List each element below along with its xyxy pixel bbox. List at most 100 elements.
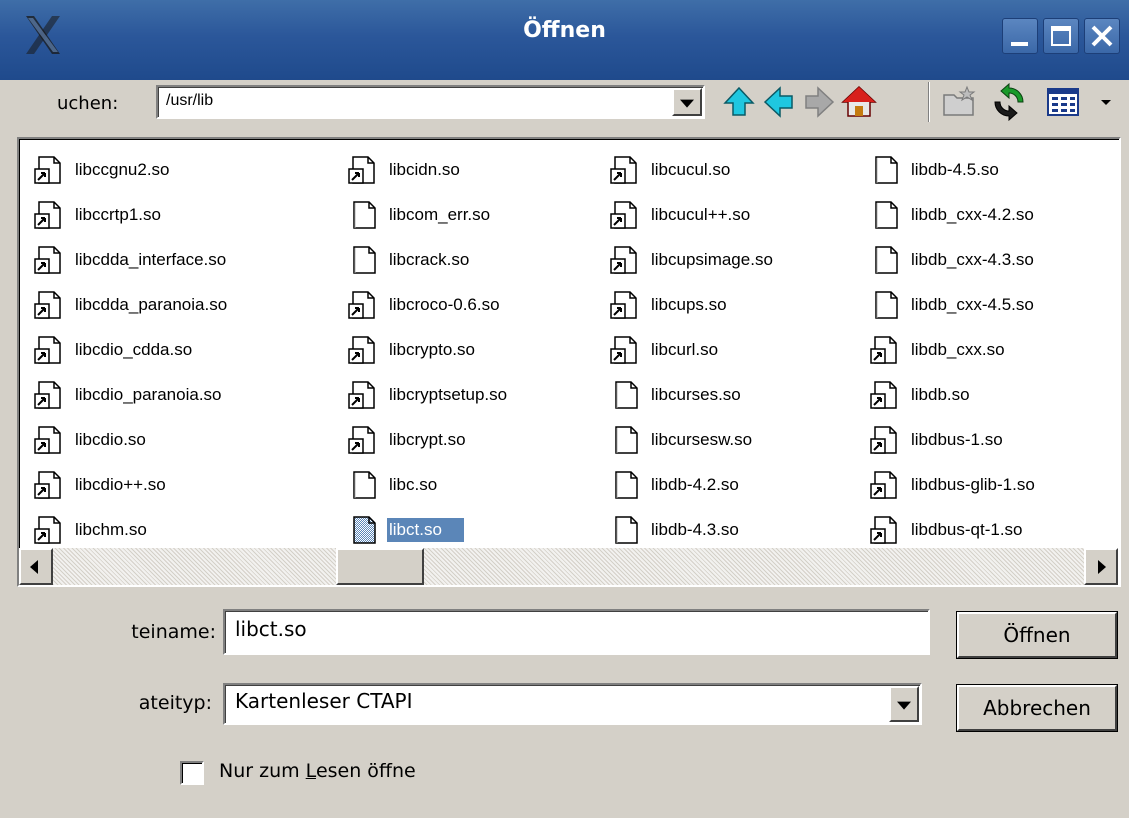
file-icon bbox=[609, 424, 641, 456]
file-item[interactable]: libcucul++.so bbox=[599, 192, 775, 237]
dropdown-icon[interactable] bbox=[1092, 83, 1120, 121]
file-item[interactable]: libcidn.so bbox=[337, 147, 509, 192]
file-icon bbox=[609, 514, 641, 546]
file-item[interactable]: libdb-4.5.so bbox=[859, 147, 1037, 192]
file-link-icon bbox=[33, 244, 65, 276]
title-bar[interactable]: Öffnen bbox=[0, 0, 1129, 80]
file-name: libdb_cxx-4.3.so bbox=[911, 249, 1034, 269]
forward-arrow-icon[interactable] bbox=[800, 83, 838, 121]
scroll-left-button[interactable] bbox=[19, 548, 53, 585]
file-item[interactable]: libcrypt.so bbox=[337, 417, 509, 462]
file-icon bbox=[869, 244, 901, 276]
file-column: libccgnu2.so libccrtp1.so libcdda_interfac… bbox=[23, 147, 229, 552]
file-item[interactable]: libdb.so bbox=[859, 372, 1037, 417]
file-item[interactable]: libcdda_interface.so bbox=[23, 237, 229, 282]
file-list[interactable]: libccgnu2.so libccrtp1.so libcdda_interfac… bbox=[17, 137, 1121, 587]
file-item[interactable]: libdbus-1.so bbox=[859, 417, 1037, 462]
file-item[interactable]: libcdio_paranoia.so bbox=[23, 372, 229, 417]
file-item[interactable]: libdb-4.3.so bbox=[599, 507, 775, 552]
file-link-icon bbox=[347, 154, 379, 186]
file-item[interactable]: libcucul.so bbox=[599, 147, 775, 192]
file-item[interactable]: libccgnu2.so bbox=[23, 147, 229, 192]
path-dropdown-button[interactable] bbox=[672, 88, 702, 116]
file-name: libcroco-0.6.so bbox=[389, 294, 500, 314]
new-folder-icon[interactable] bbox=[940, 83, 978, 121]
file-item[interactable]: libcurses.so bbox=[599, 372, 775, 417]
file-item[interactable]: libdb_cxx-4.2.so bbox=[859, 192, 1037, 237]
file-icon bbox=[609, 379, 641, 411]
horizontal-scrollbar[interactable] bbox=[19, 548, 1118, 585]
cancel-button[interactable]: Abbrechen bbox=[957, 685, 1117, 731]
filetype-dropdown-button[interactable] bbox=[889, 686, 919, 722]
file-item[interactable]: libcrypto.so bbox=[337, 327, 509, 372]
file-name: libcucul.so bbox=[651, 159, 731, 179]
minimize-icon bbox=[1011, 42, 1028, 46]
minimize-button[interactable] bbox=[1002, 18, 1038, 54]
file-link-icon bbox=[869, 514, 901, 546]
file-item[interactable]: libdb-4.2.so bbox=[599, 462, 775, 507]
file-item[interactable]: libcups.so bbox=[599, 282, 775, 327]
file-item[interactable]: libcdio_cdda.so bbox=[23, 327, 229, 372]
file-name: libcups.so bbox=[651, 294, 727, 314]
refresh-icon[interactable] bbox=[990, 83, 1028, 121]
file-link-icon bbox=[609, 334, 641, 366]
file-icon bbox=[609, 469, 641, 501]
file-icon bbox=[869, 289, 901, 321]
readonly-label[interactable]: Nur zum Lesen öffne bbox=[219, 760, 416, 782]
file-name: libccgnu2.so bbox=[75, 159, 170, 179]
file-name: libdb-4.2.so bbox=[651, 474, 739, 494]
file-link-icon bbox=[347, 424, 379, 456]
file-name: libcrack.so bbox=[389, 249, 470, 269]
file-name: libcdda_interface.so bbox=[75, 249, 227, 269]
back-arrow-icon[interactable] bbox=[760, 83, 798, 121]
readonly-label-suffix: esen öffne bbox=[315, 760, 416, 782]
file-link-icon bbox=[347, 289, 379, 321]
file-link-icon bbox=[347, 379, 379, 411]
file-item[interactable]: libdb_cxx-4.5.so bbox=[859, 282, 1037, 327]
file-item[interactable]: libchm.so bbox=[23, 507, 229, 552]
file-item[interactable]: libccrtp1.so bbox=[23, 192, 229, 237]
scrollbar-thumb[interactable] bbox=[336, 548, 424, 585]
file-item[interactable]: libdbus-qt-1.so bbox=[859, 507, 1037, 552]
file-item[interactable]: libct.so bbox=[337, 507, 509, 552]
file-name: libcurses.so bbox=[651, 384, 741, 404]
scroll-right-button[interactable] bbox=[1084, 548, 1118, 585]
file-icon bbox=[347, 244, 379, 276]
view-mode-icon[interactable] bbox=[1044, 83, 1082, 121]
file-item[interactable]: libcdda_paranoia.so bbox=[23, 282, 229, 327]
file-item[interactable]: libcroco-0.6.so bbox=[337, 282, 509, 327]
file-name: libcdda_paranoia.so bbox=[75, 294, 228, 314]
maximize-button[interactable] bbox=[1043, 18, 1079, 54]
file-icon bbox=[869, 154, 901, 186]
file-name: libdb-4.5.so bbox=[911, 159, 999, 179]
close-icon bbox=[1091, 25, 1113, 47]
file-item[interactable]: libcom_err.so bbox=[337, 192, 509, 237]
close-button[interactable] bbox=[1084, 18, 1120, 54]
file-name: libdb-4.3.so bbox=[651, 519, 739, 539]
file-item[interactable]: libcdio++.so bbox=[23, 462, 229, 507]
filename-input[interactable]: libct.so bbox=[223, 609, 930, 655]
file-link-icon bbox=[33, 154, 65, 186]
file-item[interactable]: libcursesw.so bbox=[599, 417, 775, 462]
file-name: libdb_cxx-4.2.so bbox=[911, 204, 1034, 224]
file-column: libdb-4.5.so libdb_cxx-4.2.so libdb_cxx-4.… bbox=[859, 147, 1037, 552]
file-name: libdb.so bbox=[911, 384, 970, 404]
file-column: libcucul.so libcucul++.so libcupsimage.so l… bbox=[599, 147, 775, 552]
file-item[interactable]: libdb_cxx-4.3.so bbox=[859, 237, 1037, 282]
file-item[interactable]: libcurl.so bbox=[599, 327, 775, 372]
file-name: libdbus-1.so bbox=[911, 429, 1003, 449]
file-link-icon bbox=[609, 154, 641, 186]
file-item[interactable]: libcdio.so bbox=[23, 417, 229, 462]
path-combobox[interactable]: /usr/lib bbox=[156, 85, 705, 119]
filetype-combobox[interactable]: Kartenleser CTAPI bbox=[223, 683, 922, 725]
home-icon[interactable] bbox=[840, 83, 878, 121]
file-item[interactable]: libdb_cxx.so bbox=[859, 327, 1037, 372]
file-item[interactable]: libcryptsetup.so bbox=[337, 372, 509, 417]
file-item[interactable]: libcrack.so bbox=[337, 237, 509, 282]
file-item[interactable]: libc.so bbox=[337, 462, 509, 507]
readonly-checkbox[interactable] bbox=[180, 761, 204, 785]
file-item[interactable]: libcupsimage.so bbox=[599, 237, 775, 282]
up-arrow-icon[interactable] bbox=[720, 83, 758, 121]
file-item[interactable]: libdbus-glib-1.so bbox=[859, 462, 1037, 507]
open-button[interactable]: Öffnen bbox=[957, 612, 1117, 658]
